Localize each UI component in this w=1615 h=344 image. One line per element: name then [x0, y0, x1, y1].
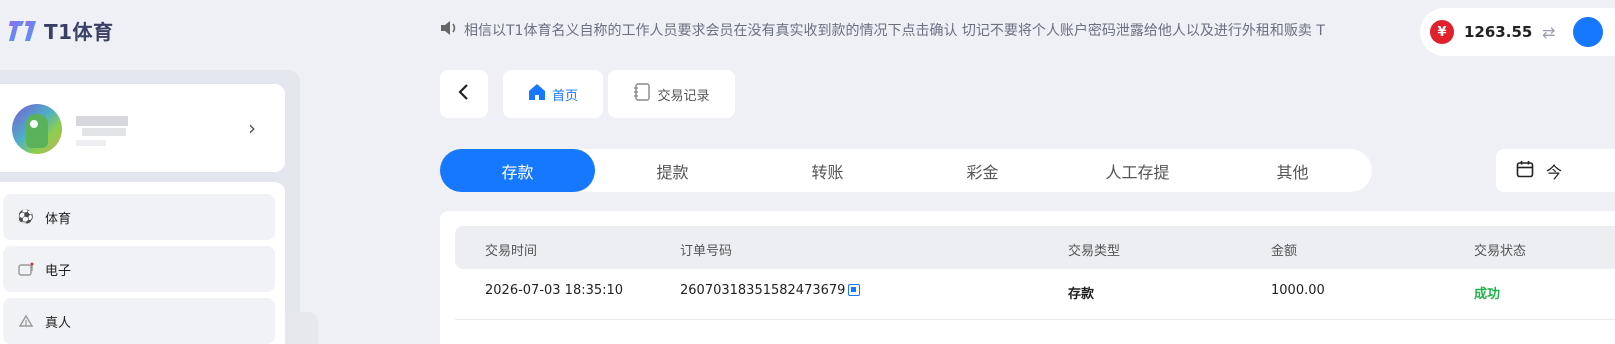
tab-record-label: 交易记录 — [657, 88, 710, 104]
profile-card[interactable] — [0, 84, 285, 172]
calendar-icon — [1516, 160, 1534, 182]
tab-manual[interactable]: 人工存提 — [1060, 149, 1215, 192]
order-number: 26070318351582473679 — [680, 283, 846, 298]
t1-logo-icon — [8, 17, 40, 45]
tab-transfer[interactable]: 转账 — [750, 149, 905, 192]
cell-time: 2026-07-03 18:35:10 — [485, 283, 624, 298]
balance-value: 1263.55 — [1464, 23, 1533, 41]
home-icon — [528, 83, 546, 105]
tab-withdraw[interactable]: 提款 — [595, 149, 750, 192]
chevron-left-icon — [457, 82, 471, 107]
date-filter[interactable]: 今 — [1496, 149, 1615, 192]
header-order: 订单号码 — [680, 244, 733, 259]
header-time: 交易时间 — [485, 244, 538, 259]
refresh-icon[interactable]: ⇄ — [1542, 23, 1555, 42]
header-amount: 金额 — [1271, 244, 1298, 259]
copy-icon[interactable] — [848, 284, 861, 296]
sidebar-item-sports[interactable]: ⚽ 体育 — [3, 194, 275, 240]
brand-name: T1体育 — [44, 20, 114, 44]
chevron-right-icon[interactable]: › — [248, 116, 256, 140]
live-dealer-icon — [17, 312, 35, 330]
sidebar-item-label: 体育 — [45, 211, 72, 227]
header-status: 交易状态 — [1474, 244, 1527, 259]
date-filter-label: 今 — [1546, 162, 1563, 182]
row-divider — [455, 319, 1615, 320]
table-header — [455, 226, 1615, 269]
sidebar-item-label: 电子 — [45, 263, 72, 279]
wallet-balance: ¥ 1263.55 ⇄ — [1420, 8, 1615, 56]
announcement-marquee[interactable]: 相信以T1体育名义自称的工作人员要求会员在没有真实收到款的情况下点击确认 切记不… — [440, 20, 1325, 40]
tab-home[interactable]: 首页 — [503, 70, 603, 118]
notebook-icon — [633, 83, 651, 105]
transaction-type-tabs: 存款 提款 转账 彩金 人工存提 其他 — [440, 149, 1372, 192]
cell-order: 26070318351582473679 — [680, 283, 861, 298]
tab-deposit[interactable]: 存款 — [440, 149, 595, 192]
speaker-icon — [440, 20, 458, 40]
cell-amount: 1000.00 — [1271, 283, 1325, 298]
status-badge: 成功 — [1474, 287, 1501, 302]
sidebar-item-slots[interactable]: 电子 — [3, 246, 275, 292]
user-menu-icon[interactable] — [1573, 17, 1604, 47]
tab-other[interactable]: 其他 — [1215, 149, 1370, 192]
sidebar-edge — [284, 312, 318, 344]
slot-machine-icon — [17, 260, 35, 278]
yen-icon: ¥ — [1430, 20, 1454, 44]
back-button[interactable] — [440, 70, 488, 118]
sidebar-item-live[interactable]: 真人 — [3, 298, 275, 344]
header-type: 交易类型 — [1068, 244, 1121, 259]
cell-type: 存款 — [1068, 287, 1095, 302]
tab-home-label: 首页 — [551, 88, 578, 104]
sidebar-item-label: 真人 — [45, 315, 72, 331]
soccer-ball-icon: ⚽ — [17, 209, 35, 225]
avatar — [12, 104, 62, 154]
announcement-text: 相信以T1体育名义自称的工作人员要求会员在没有真实收到款的情况下点击确认 切记不… — [464, 23, 1325, 39]
tab-bonus[interactable]: 彩金 — [905, 149, 1060, 192]
brand-logo[interactable]: T1体育 — [8, 16, 114, 45]
tab-transaction-records[interactable]: 交易记录 — [608, 70, 735, 118]
